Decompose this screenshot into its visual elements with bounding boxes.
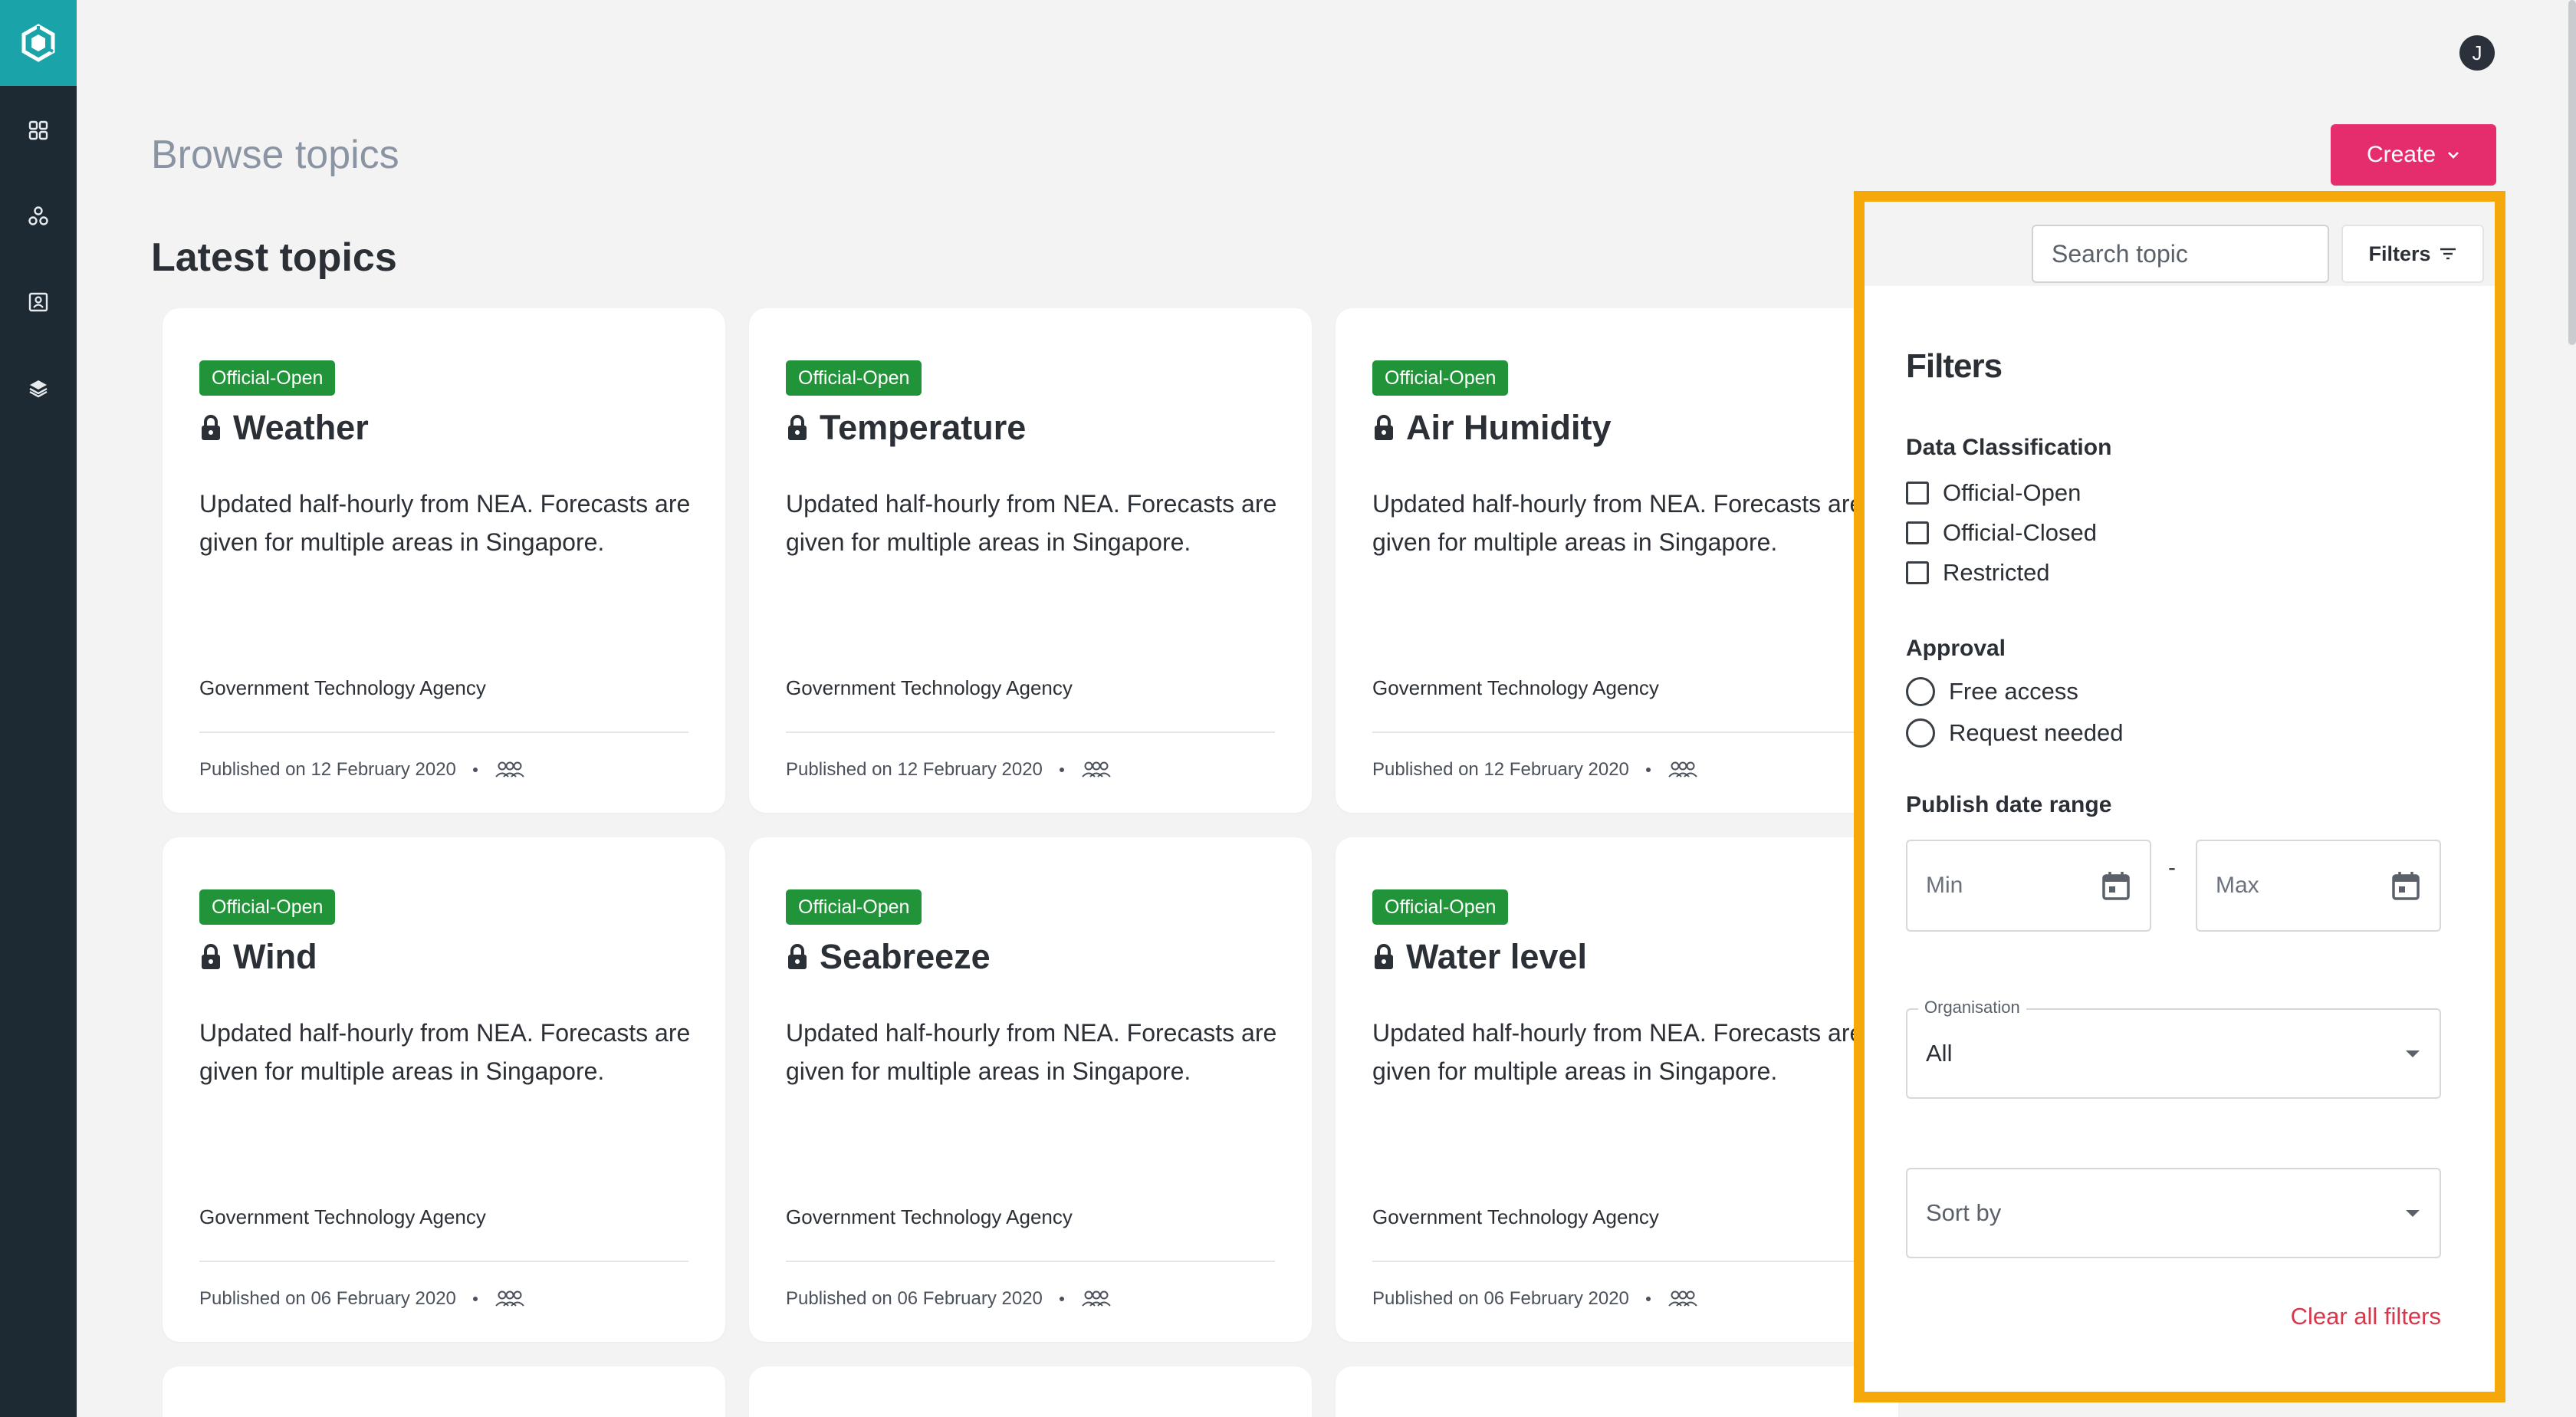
card-title-text: Water level: [1406, 937, 1587, 976]
card-organisation: Government Technology Agency: [1372, 1205, 1659, 1228]
highlight-outline: [1854, 191, 2505, 1402]
classification-badge: Official-Open: [786, 360, 922, 396]
separator-dot: [1059, 1297, 1064, 1301]
lock-icon: [788, 944, 807, 969]
classification-badge: Official-Open: [1372, 360, 1509, 396]
card-description: Updated half-hourly from NEA. Forecasts …: [199, 1019, 691, 1085]
card-organisation: Government Technology Agency: [786, 1205, 1073, 1228]
topic-card[interactable]: Official-Open Temperature Updated half-h…: [749, 308, 1312, 813]
card-organisation: Government Technology Agency: [199, 1205, 486, 1228]
topic-card[interactable]: [163, 1366, 725, 1417]
create-button-label: Create: [2366, 142, 2436, 167]
group-icon: [1668, 761, 1697, 778]
topic-card[interactable]: [749, 1366, 1312, 1417]
separator-dot: [1059, 768, 1064, 772]
card-divider: [199, 732, 688, 733]
card-title-text: Weather: [233, 408, 369, 447]
card-meta: Published on 12 February 2020: [1372, 759, 1698, 781]
separator-dot: [472, 768, 478, 772]
lock-icon: [1375, 944, 1393, 969]
page-scrollbar[interactable]: [2568, 0, 2576, 345]
separator-dot: [472, 1297, 478, 1301]
page-title: Browse topics: [151, 133, 399, 177]
topic-card[interactable]: Official-Open Seabreeze Updated half-hou…: [749, 837, 1312, 1342]
layers-icon: [29, 380, 48, 398]
classification-badge: Official-Open: [1372, 889, 1509, 925]
create-button[interactable]: Create: [2331, 124, 2496, 186]
published-date: Published on 06 February 2020: [1372, 1288, 1629, 1309]
card-title[interactable]: Wind: [199, 937, 317, 977]
molecule-icon: [28, 206, 48, 225]
card-divider: [786, 732, 1275, 733]
separator-dot: [1645, 768, 1651, 772]
card-title-text: Seabreeze: [820, 937, 991, 976]
sidebar: [0, 0, 77, 1417]
group-icon: [1082, 1290, 1111, 1307]
logo-icon: [21, 24, 55, 62]
classification-badge: Official-Open: [199, 889, 336, 925]
card-organisation: Government Technology Agency: [1372, 676, 1659, 699]
card-meta: Published on 06 February 2020: [1372, 1288, 1698, 1310]
card-organisation: Government Technology Agency: [199, 676, 486, 699]
card-title[interactable]: Air Humidity: [1372, 408, 1612, 448]
published-date: Published on 06 February 2020: [786, 1288, 1043, 1309]
card-meta: Published on 06 February 2020: [199, 1288, 525, 1310]
published-date: Published on 12 February 2020: [1372, 759, 1629, 780]
topic-card[interactable]: Official-Open Wind Updated half-hourly f…: [163, 837, 725, 1342]
card-title-text: Temperature: [820, 408, 1027, 447]
card-title-text: Air Humidity: [1406, 408, 1612, 447]
nav-item-dashboard[interactable]: [0, 107, 77, 153]
group-icon: [495, 761, 524, 778]
card-divider: [1372, 1261, 1861, 1262]
card-divider: [1372, 732, 1861, 733]
topic-card[interactable]: Official-Open Weather Updated half-hourl…: [163, 308, 725, 813]
chevron-down-icon: [2448, 152, 2459, 159]
card-meta: Published on 12 February 2020: [199, 759, 525, 781]
card-description: Updated half-hourly from NEA. Forecasts …: [786, 490, 1277, 556]
card-meta: Published on 12 February 2020: [786, 759, 1112, 781]
card-description: Updated half-hourly from NEA. Forecasts …: [1372, 490, 1864, 556]
lock-icon: [1375, 415, 1393, 440]
card-title[interactable]: Water level: [1372, 937, 1587, 977]
topic-card[interactable]: Official-Open Air Humidity Updated half-…: [1336, 308, 1898, 813]
card-title-text: Wind: [233, 937, 317, 976]
published-date: Published on 06 February 2020: [199, 1288, 456, 1309]
lock-icon: [202, 944, 220, 969]
group-icon: [1082, 761, 1111, 778]
contact-card-icon: [28, 292, 48, 312]
card-description: Updated half-hourly from NEA. Forecasts …: [199, 490, 691, 556]
published-date: Published on 12 February 2020: [199, 759, 456, 780]
card-divider: [199, 1261, 688, 1262]
grid-icon: [28, 120, 48, 140]
nav-item-directory[interactable]: [0, 279, 77, 325]
lock-icon: [788, 415, 807, 440]
section-title: Latest topics: [151, 235, 397, 280]
user-avatar[interactable]: J: [2459, 35, 2495, 71]
topic-card[interactable]: Official-Open Water level Updated half-h…: [1336, 837, 1898, 1342]
app-logo[interactable]: [0, 0, 77, 86]
published-date: Published on 12 February 2020: [786, 759, 1043, 780]
card-title[interactable]: Seabreeze: [786, 937, 991, 977]
classification-badge: Official-Open: [786, 889, 922, 925]
nav-item-topics[interactable]: [0, 193, 77, 239]
card-organisation: Government Technology Agency: [786, 676, 1073, 699]
group-icon: [1668, 1290, 1697, 1307]
card-divider: [786, 1261, 1275, 1262]
topic-card[interactable]: [1336, 1366, 1898, 1417]
card-description: Updated half-hourly from NEA. Forecasts …: [1372, 1019, 1864, 1085]
card-title[interactable]: Weather: [199, 408, 369, 448]
classification-badge: Official-Open: [199, 360, 336, 396]
lock-icon: [202, 415, 220, 440]
separator-dot: [1645, 1297, 1651, 1301]
card-description: Updated half-hourly from NEA. Forecasts …: [786, 1019, 1277, 1085]
group-icon: [495, 1290, 524, 1307]
nav-item-layers[interactable]: [0, 365, 77, 411]
card-meta: Published on 06 February 2020: [786, 1288, 1112, 1310]
card-title[interactable]: Temperature: [786, 408, 1026, 448]
